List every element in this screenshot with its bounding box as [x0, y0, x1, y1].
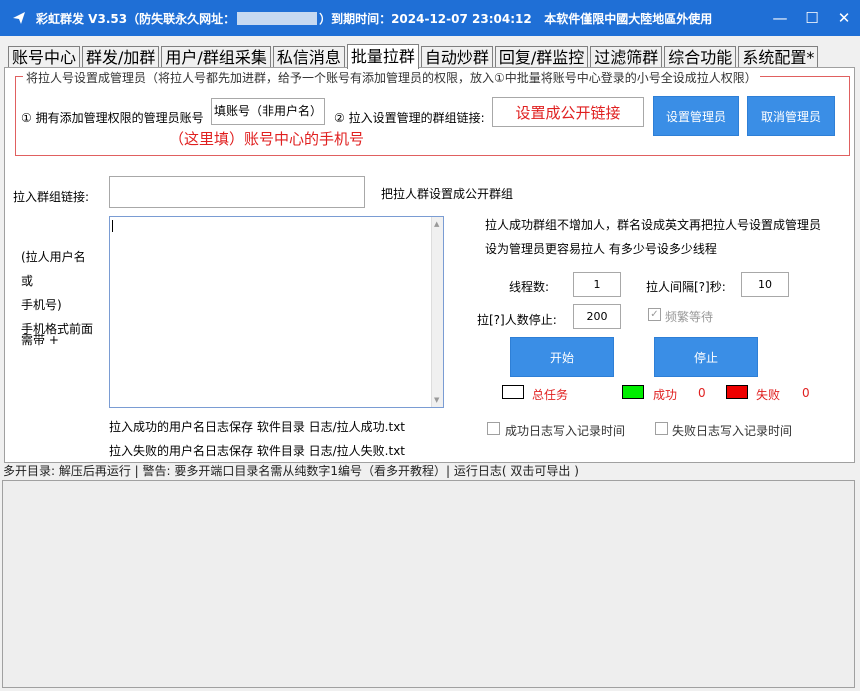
- fail-time-label: 失败日志写入记录时间: [672, 424, 793, 438]
- main-tabs: 账号中心 群发/加群 用户/群组采集 私信消息 批量拉群 自动炒群 回复/群监控…: [8, 43, 820, 69]
- group-link-label: 拉入群组链接:: [13, 190, 90, 204]
- minimize-button[interactable]: —: [764, 0, 796, 36]
- success-count: 0: [698, 386, 706, 400]
- users-label-line2: 或: [21, 274, 34, 288]
- admin-setup-group: 将拉人号设置成管理员（将拉人号都先加进群，给予一个账号有添加管理员的权限，放入①…: [15, 69, 850, 156]
- title-bar: 彩虹群发 V3.53（防失联永久网址： ）到期时间：2024-12-07 23:…: [0, 0, 860, 36]
- users-label-line5: 需带 +: [21, 333, 59, 347]
- interval-label: 拉人间隔[?]秒:: [646, 280, 726, 294]
- group-link-input[interactable]: [109, 176, 365, 208]
- admin-group-link-label: ② 拉入设置管理的群组链接:: [334, 111, 485, 125]
- log-fail-text: 拉入失败的用户名日志保存 软件目录 日志/拉人失败.txt: [109, 444, 406, 458]
- tab-reply-monitor[interactable]: 回复/群监控: [494, 46, 589, 68]
- textarea-scrollbar[interactable]: ▲ ▼: [431, 217, 443, 407]
- fail-swatch: [726, 385, 748, 399]
- window-title-suffix: ）到期时间：2024-12-07 23:04:12 本软件僅限中國大陸地區外使用: [319, 11, 713, 26]
- stop-button[interactable]: 停止: [654, 337, 758, 377]
- public-group-hint: 把拉人群设置成公开群组: [381, 187, 514, 201]
- log-success-text: 拉入成功的用户名日志保存 软件目录 日志/拉人成功.txt: [109, 420, 406, 434]
- tab-user-group-collect[interactable]: 用户/群组采集: [161, 46, 271, 68]
- admin-group-link-input[interactable]: 设置成公开链接: [492, 97, 644, 127]
- admin-group-legend: 将拉人号设置成管理员（将拉人号都先加进群，给予一个账号有添加管理员的权限，放入①…: [23, 69, 760, 86]
- users-textarea[interactable]: ▲ ▼: [109, 216, 444, 408]
- total-task-label: 总任务: [532, 388, 569, 402]
- frequent-wait-label: 频繁等待: [665, 310, 714, 324]
- threads-input[interactable]: 1: [573, 272, 621, 297]
- text-cursor: [112, 220, 113, 232]
- users-label-line1: (拉人用户名: [21, 250, 86, 264]
- tab-general-functions[interactable]: 综合功能: [664, 46, 737, 68]
- fail-time-checkbox[interactable]: [655, 422, 668, 435]
- success-label: 成功: [653, 388, 678, 402]
- status-bar: 多开目录: 解压后再运行 | 警告: 要多开端口目录名需从纯数字1编号（看多开教…: [3, 464, 579, 478]
- stop-count-label: 拉[?]人数停止:: [477, 313, 557, 327]
- users-label-line3: 手机号): [21, 298, 62, 312]
- admin-account-input[interactable]: 填账号（非用户名）: [211, 98, 325, 125]
- start-button[interactable]: 开始: [510, 337, 614, 377]
- tab-private-message[interactable]: 私信消息: [272, 46, 345, 68]
- admin-account-label: ① 拥有添加管理权限的管理员账号: [21, 111, 204, 125]
- threads-label: 线程数:: [509, 280, 550, 294]
- fill-hint-text: （这里填）账号中心的手机号: [169, 130, 365, 148]
- batch-pull-panel: 将拉人号设置成管理员（将拉人号都先加进群，给予一个账号有添加管理员的权限，放入①…: [4, 67, 855, 463]
- set-admin-button[interactable]: 设置管理员: [653, 96, 739, 136]
- window-title-prefix: 彩虹群发 V3.53（防失联永久网址：: [36, 11, 236, 26]
- tab-auto-hype[interactable]: 自动炒群: [420, 46, 493, 68]
- stop-count-input[interactable]: 200: [573, 304, 621, 329]
- success-time-checkbox[interactable]: [487, 422, 500, 435]
- frequent-wait-checkbox[interactable]: ✓: [648, 308, 661, 321]
- scroll-up-icon[interactable]: ▲: [434, 220, 439, 228]
- tab-account-center[interactable]: 账号中心: [8, 46, 81, 68]
- success-swatch: [622, 385, 644, 399]
- close-button[interactable]: ✕: [828, 0, 860, 36]
- success-time-label: 成功日志写入记录时间: [505, 424, 626, 438]
- fail-count: 0: [802, 386, 810, 400]
- tab-filter-groups[interactable]: 过滤筛群: [590, 46, 663, 68]
- run-log-area[interactable]: [2, 480, 855, 688]
- maximize-button[interactable]: ☐: [796, 0, 828, 36]
- app-logo-icon: [13, 12, 25, 24]
- cancel-admin-button[interactable]: 取消管理员: [747, 96, 835, 136]
- interval-input[interactable]: 10: [741, 272, 789, 297]
- scroll-down-icon[interactable]: ▼: [434, 396, 439, 404]
- tip-line-1: 拉人成功群组不增加人，群名设成英文再把拉人号设置成管理员: [485, 218, 822, 232]
- redacted-url-mask: [237, 11, 318, 25]
- tab-system-config[interactable]: 系统配置*: [738, 46, 819, 68]
- fail-label: 失败: [756, 388, 781, 402]
- tab-batch-pull[interactable]: 批量拉群: [346, 44, 419, 69]
- tab-send-join[interactable]: 群发/加群: [82, 46, 160, 68]
- tip-line-2: 设为管理员更容易拉人 有多少号设多少线程: [485, 242, 717, 256]
- total-task-swatch: [502, 385, 524, 399]
